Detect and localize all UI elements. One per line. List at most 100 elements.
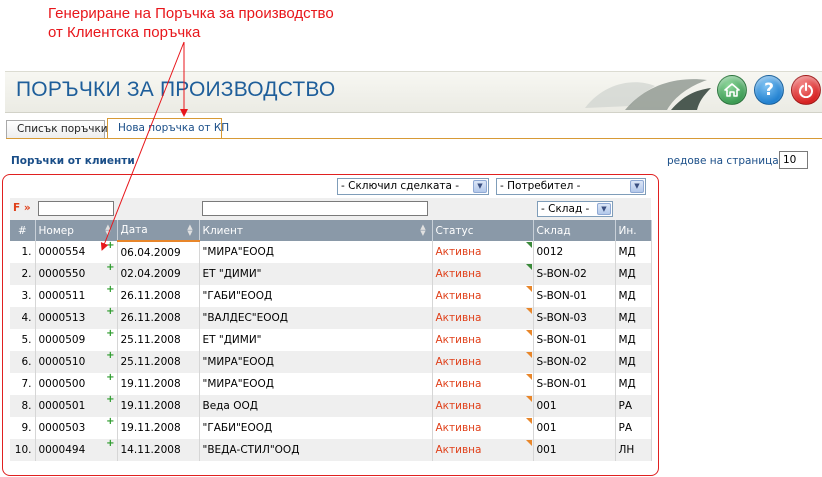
order-date-cell: 06.04.2009 <box>117 241 200 263</box>
row-index-cell: 6. <box>10 351 36 373</box>
order-number-cell[interactable]: 0000500 + <box>35 373 118 395</box>
warehouse-cell-text: S-BON-03 <box>536 312 587 324</box>
status-cell: Активна <box>432 395 534 417</box>
initials-cell-text: РА <box>618 400 633 412</box>
order-date-cell: 26.11.2008 <box>117 307 200 329</box>
order-date-cell: 19.11.2008 <box>117 395 200 417</box>
status-marker-icon <box>525 308 532 314</box>
client-cell: "ГАБИ"ЕООД <box>199 417 433 439</box>
rows-per-page-label: редове на страница » <box>667 155 788 167</box>
sort-icon[interactable]: ▲ ▼ <box>418 224 429 237</box>
order-date-cell: 26.11.2008 <box>117 285 200 307</box>
initials-cell: МД <box>615 351 652 373</box>
initials-cell-text: ЛН <box>618 444 635 456</box>
initials-cell: МД <box>615 329 652 351</box>
status-marker-icon <box>525 286 532 292</box>
row-index-cell: 3. <box>10 285 36 307</box>
order-number-cell[interactable]: 0000509 + <box>35 329 118 351</box>
column-header-number-label: Номер <box>38 224 74 237</box>
number-filter-input[interactable] <box>38 201 114 216</box>
power-icon[interactable] <box>791 75 821 105</box>
order-number-cell[interactable]: 0000550 + <box>35 263 118 285</box>
add-production-order-icon[interactable]: + <box>106 395 114 405</box>
column-header-date[interactable]: Дата ▲ ▼ <box>117 220 200 242</box>
table-row[interactable]: 10. 0000494 +14.11.2008 "ВЕДА-СТИЛ"ООД Актив… <box>10 439 652 461</box>
client-cell-text: "МИРА"ЕООД <box>202 356 274 368</box>
warehouse-cell: S-BON-01 <box>533 373 616 395</box>
order-date-cell: 25.11.2008 <box>117 351 200 373</box>
status-cell: Активна <box>432 373 534 395</box>
order-number-cell[interactable]: 0000503 + <box>35 417 118 439</box>
status-cell: Активна <box>432 263 534 285</box>
add-production-order-icon[interactable]: + <box>106 285 114 295</box>
order-number-cell[interactable]: 0000494 + <box>35 439 118 461</box>
initials-cell-text: МД <box>618 290 636 302</box>
table-row[interactable]: 5. 0000509 +25.11.2008 ЕТ "ДИМИ" Активна S-BO… <box>10 329 652 351</box>
initials-cell-text: МД <box>618 334 636 346</box>
annotation-callout: Генериране на Поръчка за производство от… <box>48 4 334 42</box>
order-number-cell[interactable]: 0000513 + <box>35 307 118 329</box>
add-production-order-icon[interactable]: + <box>106 417 114 427</box>
initials-cell: МД <box>615 307 652 329</box>
tab-order-list[interactable]: Списък поръчки <box>6 120 108 139</box>
table-row[interactable]: 8. 0000501 +19.11.2008 Веда ООД Активна 001 РА <box>10 395 652 417</box>
add-production-order-icon[interactable]: + <box>106 373 114 383</box>
status-cell: Активна <box>432 351 534 373</box>
table-row[interactable]: 4. 0000513 +26.11.2008 "ВАЛДЕС"ЕООД Активна S… <box>10 307 652 329</box>
rows-per-page-input[interactable] <box>779 151 808 169</box>
row-index-cell-text: 2. <box>21 268 32 280</box>
row-index-cell: 5. <box>10 329 36 351</box>
table-row[interactable]: 6. 0000510 +25.11.2008 "МИРА"ЕООД Активна S-B… <box>10 351 652 373</box>
table-row[interactable]: 3. 0000511 +26.11.2008 "ГАБИ"ЕООД Активна S-B… <box>10 285 652 307</box>
chevron-down-icon: ▼ <box>597 203 611 215</box>
column-header-number[interactable]: Номер ▲ ▼ <box>35 220 118 241</box>
order-number-cell[interactable]: 0000501 + <box>35 395 118 417</box>
table-row[interactable]: 2. 0000550 +02.04.2009 ЕТ "ДИМИ" Активна S-BO… <box>10 263 652 285</box>
table-row[interactable]: 9. 0000503 +19.11.2008 "ГАБИ"ЕООД Активна 001… <box>10 417 652 439</box>
status-marker-icon <box>525 352 532 358</box>
order-number-cell-text: 0000509 <box>38 334 86 346</box>
status-marker-icon <box>525 396 532 402</box>
status-cell-text: Активна <box>435 334 482 346</box>
add-production-order-icon[interactable]: + <box>106 263 114 273</box>
client-cell: "ВАЛДЕС"ЕООД <box>199 307 433 329</box>
order-number-cell[interactable]: 0000511 + <box>35 285 118 307</box>
order-number-cell-text: 0000503 <box>38 422 86 434</box>
table-header-row: # Номер ▲ ▼ Дата ▲ ▼ Клиент ▲ ▼ Статус Склад И… <box>10 220 652 242</box>
order-date-cell: 14.11.2008 <box>117 439 200 461</box>
help-icon[interactable]: ? <box>754 75 784 105</box>
tab-new-order-from-client[interactable]: Нова поръчка от КП <box>107 118 229 139</box>
deal-closer-select[interactable]: - Сключил сделката - ▼ <box>337 178 489 195</box>
add-production-order-icon[interactable]: + <box>106 351 114 361</box>
column-header-client[interactable]: Клиент ▲ ▼ <box>199 220 433 241</box>
home-icon[interactable] <box>717 75 747 105</box>
client-filter-input[interactable] <box>202 201 428 216</box>
chevron-down-icon: ▼ <box>630 180 644 193</box>
add-production-order-icon[interactable]: + <box>106 329 114 339</box>
status-cell: Активна <box>432 439 534 461</box>
table-row[interactable]: 7. 0000500 +19.11.2008 "МИРА"ЕООД Активна S-B… <box>10 373 652 395</box>
annotation-line-1: Генериране на Поръчка за производство <box>48 5 334 22</box>
page-title: ПОРЪЧКИ ЗА ПРОИЗВОДСТВО <box>16 78 336 101</box>
consumer-select[interactable]: - Потребител - ▼ <box>496 178 646 195</box>
sort-icon[interactable]: ▲ ▼ <box>103 224 114 237</box>
table-row[interactable]: 1. 0000554 +06.04.2009 "МИРА"ЕООД Активна 001… <box>10 241 652 263</box>
status-cell-text: Активна <box>435 356 482 368</box>
add-production-order-icon[interactable]: + <box>106 439 114 449</box>
add-production-order-icon[interactable]: + <box>106 307 114 317</box>
column-header-date-label: Дата <box>120 224 148 236</box>
warehouse-cell-text: 001 <box>536 422 557 434</box>
order-number-cell[interactable]: 0000510 + <box>35 351 118 373</box>
order-number-cell[interactable]: 0000554 + <box>35 241 118 263</box>
warehouse-select[interactable]: - Склад - ▼ <box>537 201 613 217</box>
add-production-order-icon[interactable]: + <box>106 241 114 251</box>
row-index-cell: 4. <box>10 307 36 329</box>
status-marker-icon <box>525 374 532 380</box>
warehouse-cell: 001 <box>533 439 616 461</box>
order-number-cell-text: 0000550 <box>38 268 86 280</box>
row-index-cell-text: 4. <box>21 312 32 324</box>
row-index-cell-text: 10. <box>14 444 32 456</box>
client-cell: ЕТ "ДИМИ" <box>199 329 433 351</box>
sort-icon[interactable]: ▲ ▼ <box>185 224 196 237</box>
column-header-initials: Ин. <box>615 220 652 241</box>
